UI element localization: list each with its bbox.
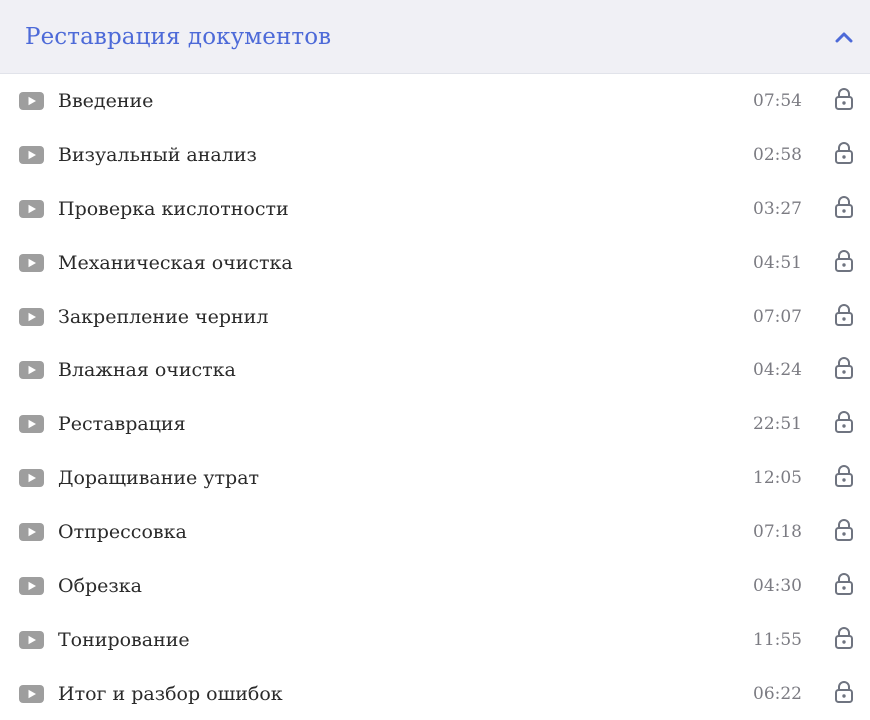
lesson-title: Реставрация xyxy=(58,413,186,436)
chevron-up-icon[interactable] xyxy=(834,27,854,47)
lesson-title: Механическая очистка xyxy=(58,251,293,274)
lesson-item[interactable]: Механическая очистка 04:51 xyxy=(0,236,870,290)
section-header[interactable]: Реставрация документов xyxy=(0,0,870,74)
lesson-title: Доращивание утрат xyxy=(58,467,260,490)
section-title: Реставрация документов xyxy=(25,23,332,50)
lesson-duration: 22:51 xyxy=(753,414,802,435)
lesson-title: Тонирование xyxy=(58,628,190,651)
lesson-item[interactable]: Реставрация 22:51 xyxy=(0,397,870,451)
play-video-icon xyxy=(19,576,44,595)
lesson-title: Введение xyxy=(58,89,154,112)
lock-icon xyxy=(835,465,853,488)
lesson-title: Итог и разбор ошибок xyxy=(58,682,283,705)
lesson-title: Влажная очистка xyxy=(58,359,236,382)
lesson-item[interactable]: Влажная очистка 04:24 xyxy=(0,343,870,397)
lesson-item[interactable]: Итог и разбор ошибок 06:22 xyxy=(0,667,870,720)
lesson-title: Проверка кислотности xyxy=(58,197,289,220)
course-section-accordion: Реставрация документов Введение 07:54 Ви… xyxy=(0,0,870,720)
play-video-icon xyxy=(19,91,44,110)
lesson-list: Введение 07:54 Визуальный анализ 02:58 П… xyxy=(0,74,870,720)
lesson-duration: 04:51 xyxy=(753,252,802,273)
play-video-icon xyxy=(19,361,44,380)
lesson-duration: 07:07 xyxy=(753,306,802,327)
lock-icon xyxy=(835,357,853,380)
lock-icon xyxy=(835,141,853,164)
lesson-title: Отпрессовка xyxy=(58,521,187,544)
lesson-item[interactable]: Доращивание утрат 12:05 xyxy=(0,451,870,505)
lesson-item[interactable]: Отпрессовка 07:18 xyxy=(0,505,870,559)
lesson-item[interactable]: Введение 07:54 xyxy=(0,74,870,128)
lesson-duration: 04:24 xyxy=(753,360,802,381)
lock-icon xyxy=(835,195,853,218)
play-video-icon xyxy=(19,307,44,326)
play-video-icon xyxy=(19,253,44,272)
lesson-item[interactable]: Визуальный анализ 02:58 xyxy=(0,128,870,182)
lesson-item[interactable]: Обрезка 04:30 xyxy=(0,559,870,613)
lesson-title: Закрепление чернил xyxy=(58,305,269,328)
lesson-title: Визуальный анализ xyxy=(58,143,257,166)
play-video-icon xyxy=(19,145,44,164)
lesson-duration: 07:54 xyxy=(753,90,802,111)
lock-icon xyxy=(835,573,853,595)
lesson-duration: 07:18 xyxy=(753,522,802,543)
lesson-duration: 02:58 xyxy=(753,144,802,165)
play-video-icon xyxy=(19,630,44,649)
lock-icon xyxy=(835,249,853,272)
lesson-duration: 06:22 xyxy=(753,683,802,704)
lesson-item[interactable]: Тонирование 11:55 xyxy=(0,613,870,667)
play-video-icon xyxy=(19,415,44,434)
lock-icon xyxy=(835,303,853,326)
lock-icon xyxy=(835,88,853,110)
lock-icon xyxy=(835,626,853,649)
lock-icon xyxy=(835,519,853,542)
lock-icon xyxy=(835,411,853,434)
play-video-icon xyxy=(19,523,44,542)
play-video-icon xyxy=(19,469,44,488)
lesson-duration: 11:55 xyxy=(753,629,802,650)
play-video-icon xyxy=(19,199,44,218)
lesson-duration: 03:27 xyxy=(753,198,802,219)
lesson-item[interactable]: Закрепление чернил 07:07 xyxy=(0,290,870,344)
lesson-title: Обрезка xyxy=(58,574,142,597)
lesson-duration: 04:30 xyxy=(753,575,802,596)
play-video-icon xyxy=(19,684,44,703)
lesson-duration: 12:05 xyxy=(753,468,802,489)
lesson-item[interactable]: Проверка кислотности 03:27 xyxy=(0,182,870,236)
lock-icon xyxy=(835,680,853,703)
